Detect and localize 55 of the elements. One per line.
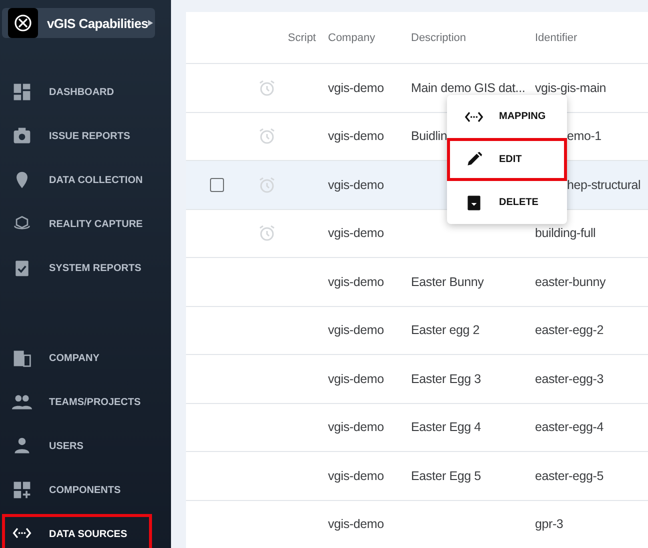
nav-item[interactable]: DATA COLLECTION	[2, 160, 152, 200]
nav-item[interactable]: DATA SOURCES	[2, 514, 152, 548]
nav-item[interactable]: REALITY CAPTURE	[2, 204, 152, 244]
table-cell-text: emo-1	[566, 129, 602, 144]
workspace-switcher[interactable]: vGIS Capabilities	[2, 8, 155, 38]
table-row[interactable]: vgis-demo Easter Egg 4 easter-egg-4	[186, 404, 648, 452]
table-cell-text: vgis-demo	[327, 178, 384, 192]
nav-item[interactable]: COMPONENTS	[2, 470, 152, 510]
workspace-title: vGIS Capabilities	[47, 16, 148, 30]
table-cell-text: Buidlin	[410, 129, 448, 144]
table-cell-text: easter-bunny	[534, 274, 606, 289]
table-cell-text: Easter Bunny	[410, 274, 484, 289]
table-cell-text: gpr-3	[534, 517, 564, 532]
table-cell-text: Easter Egg 3	[410, 372, 481, 386]
table-cell-text: Easter Egg 5	[410, 468, 481, 483]
table-cell-text: vgis-demo	[327, 80, 384, 95]
table-cell-text: vgis-gis-main	[534, 80, 606, 95]
table-cell-text: easter-egg-2	[534, 323, 604, 338]
column-header: Script	[286, 32, 317, 44]
menu-item[interactable]: EDIT	[447, 138, 567, 181]
table-cell-text: Main demo GIS dat...	[410, 80, 526, 95]
table-cell-text: vgis-demo	[327, 129, 384, 144]
table-cell-text: vgis-demo	[327, 274, 384, 289]
row-checkbox[interactable]	[210, 178, 224, 192]
table-cell-text: vgis-demo	[327, 226, 384, 240]
table-cell-text: vgis-demo	[327, 323, 384, 338]
people-icon	[11, 392, 33, 412]
table-cell-text: vgis-demo	[327, 468, 384, 483]
nav-item[interactable]: SYSTEM REPORTS	[2, 248, 152, 288]
table-cell-text: Easter Egg 4	[410, 420, 481, 434]
table-cell-text: easter-egg-4	[534, 420, 604, 434]
logo-icon	[8, 8, 38, 38]
nav-item[interactable]: USERS	[2, 426, 152, 466]
nav-item[interactable]: COMPANY	[2, 338, 152, 378]
components-icon	[11, 480, 33, 500]
table-cell-text: Easter egg 2	[410, 323, 480, 338]
nav-item[interactable]: TEAMS/PROJECTS	[2, 382, 152, 422]
column-header: Identifier	[534, 32, 578, 44]
table-cell-text: building-full	[534, 226, 596, 240]
camera-icon	[11, 126, 33, 146]
building-icon	[11, 348, 33, 368]
table-cell-text: vgis-demo	[327, 517, 384, 532]
column-header: Company	[327, 32, 376, 44]
table-row[interactable]: vgis-demo Easter egg 2 easter-egg-2	[186, 306, 648, 355]
caret-icon	[148, 20, 154, 26]
nav-item[interactable]: DASHBOARD	[2, 72, 152, 112]
dashboard-icon	[11, 82, 33, 102]
nav-item[interactable]: ISSUE REPORTS	[2, 116, 152, 156]
table-cell-text: easter-egg-5	[534, 468, 604, 483]
table-cell-text: vgis-demo	[327, 420, 384, 434]
table-row[interactable]: vgis-demo building-full	[186, 210, 648, 258]
table-cell-text: hep-structural	[566, 178, 641, 192]
table-cell-text: easter-egg-3	[534, 372, 604, 386]
table-cell-text: vgis-demo	[327, 372, 384, 386]
column-header: Description	[410, 32, 468, 44]
